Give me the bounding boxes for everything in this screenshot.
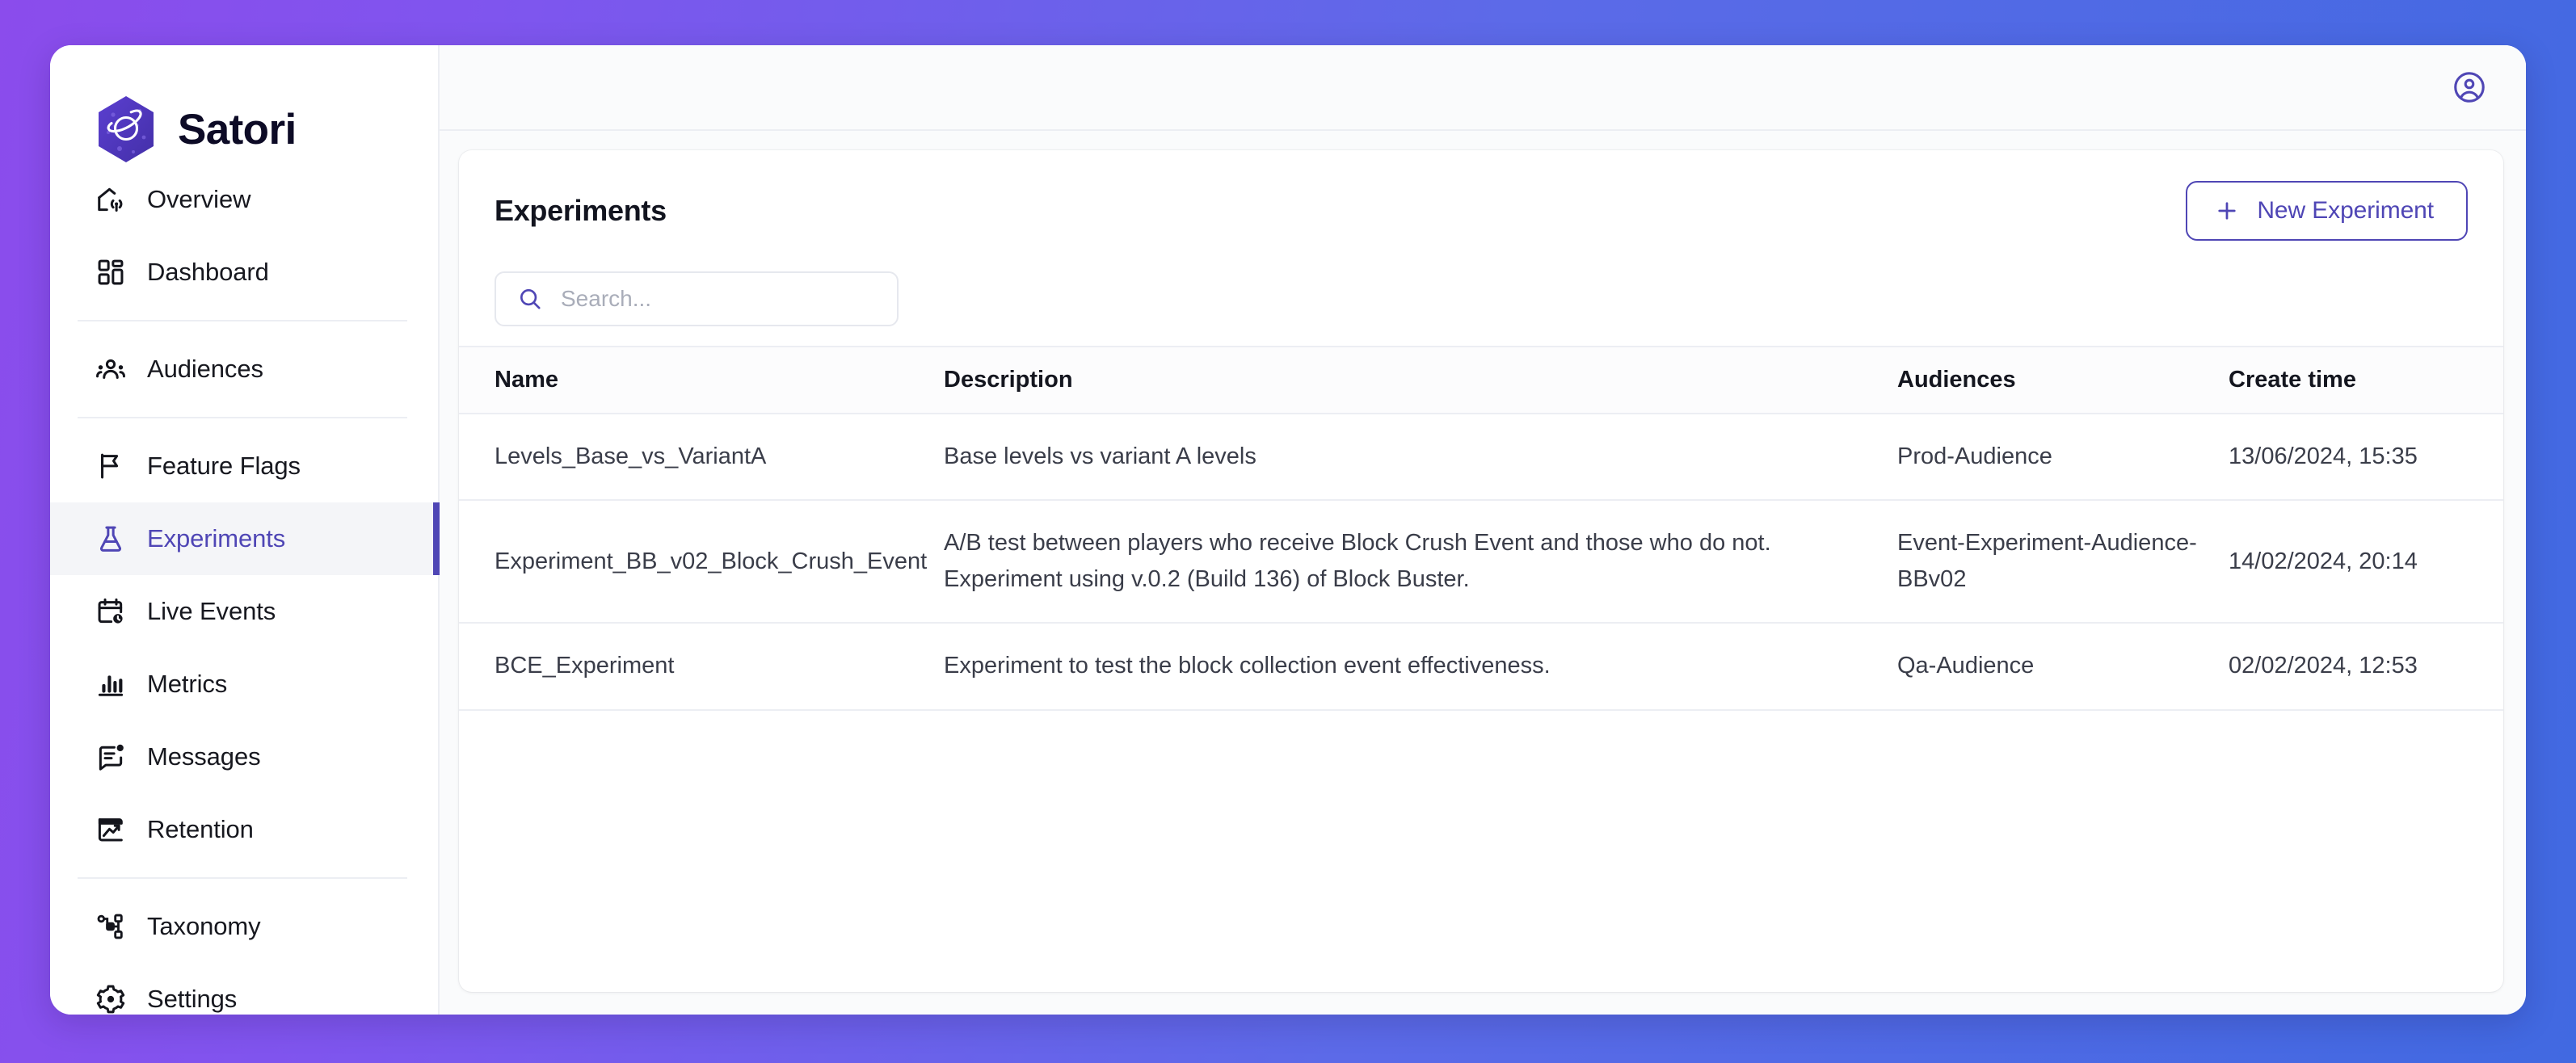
cell-description: Base levels vs variant A levels [944,414,1897,502]
sidebar-item-label: Metrics [147,670,228,698]
column-header-actions [2471,346,2503,414]
sidebar-item-label: Messages [147,742,261,771]
sidebar-item-live-events[interactable]: Live Events [50,575,438,648]
message-badge-icon [99,744,124,771]
sidebar-item-audiences[interactable]: Audiences [50,333,438,405]
sidebar-item-retention[interactable]: Retention [50,793,438,866]
bar-chart-icon [98,675,124,696]
experiments-table: Name Description Audiences Create time L… [459,346,2503,711]
sidebar-item-taxonomy[interactable]: Taxonomy [50,890,438,963]
sidebar-item-label: Retention [147,815,254,843]
users-group-icon [96,359,125,379]
sidebar-item-label: Audiences [147,355,263,383]
cell-name: BCE_Experiment [459,623,944,711]
main-area: Experiments New Experiment Search... Nam… [440,45,2526,1015]
sidebar: Satori Overview Dashboard Audiences Feat… [50,45,440,1015]
kebab-menu-icon[interactable] [2497,544,2503,580]
topbar [440,45,2526,131]
sidebar-item-label: Settings [147,985,238,1013]
sidebar-item-label: Overview [147,185,251,213]
page-title: Experiments [495,194,667,227]
cell-audiences: Prod-Audience [1897,414,2229,502]
cell-actions [2471,623,2503,711]
table-row[interactable]: Levels_Base_vs_VariantA Base levels vs v… [459,414,2503,502]
content-area: Experiments New Experiment Search... Nam… [440,131,2526,1015]
column-header-name[interactable]: Name [459,346,944,414]
sidebar-item-metrics[interactable]: Metrics [50,648,438,721]
table-body: Levels_Base_vs_VariantA Base levels vs v… [459,414,2503,711]
cell-create-time: 02/02/2024, 12:53 [2229,623,2471,711]
table-header-row: Name Description Audiences Create time [459,346,2503,414]
column-header-description[interactable]: Description [944,346,1897,414]
retention-chart-icon [98,818,123,842]
cell-audiences: Event-Experiment-Audience-BBv02 [1897,500,2229,624]
column-header-audiences[interactable]: Audiences [1897,346,2229,414]
cell-actions [2471,414,2503,502]
app-window: Satori Overview Dashboard Audiences Feat… [50,45,2526,1015]
brand-name: Satori [178,105,297,153]
cell-name: Experiment_BB_v02_Block_Crush_Event [459,500,944,624]
satori-planet-hexagon-logo-icon [99,96,154,162]
sidebar-item-feature-flags[interactable]: Feature Flags [50,430,438,502]
kebab-menu-icon[interactable] [2497,649,2503,685]
calendar-clock-icon [98,598,123,624]
panel-header: Experiments New Experiment [459,150,2503,258]
search-icon [520,289,541,309]
table-row[interactable]: BCE_Experiment Experiment to test the bl… [459,623,2503,711]
sidebar-divider [78,320,407,321]
plus-icon [2218,202,2236,220]
search-box[interactable] [495,271,899,326]
sidebar-item-messages[interactable]: Messages [50,721,438,793]
sidebar-item-experiments[interactable]: Experiments [50,502,440,575]
cell-name: Levels_Base_vs_VariantA [459,414,944,502]
flag-icon [101,453,119,479]
cell-create-time: 13/06/2024, 15:35 [2229,414,2471,502]
user-circle-icon[interactable] [2452,69,2487,105]
table-row[interactable]: Experiment_BB_v02_Block_Crush_Event A/B … [459,500,2503,624]
kebab-menu-icon[interactable] [2497,439,2503,475]
sidebar-item-dashboard[interactable]: Dashboard [50,236,438,309]
new-experiment-button[interactable]: New Experiment [2186,181,2468,241]
table-header: Name Description Audiences Create time [459,346,2503,414]
gear-icon [96,985,125,1014]
brand-logo[interactable]: Satori [50,45,438,163]
cell-description: Experiment to test the block collection … [944,623,1897,711]
sidebar-item-label: Experiments [147,524,286,553]
sidebar-item-label: Feature Flags [147,452,301,480]
cell-actions [2471,500,2503,624]
sidebar-divider [78,417,407,418]
cell-description: A/B test between players who receive Blo… [944,500,1897,624]
column-header-create-time[interactable]: Create time [2229,346,2471,414]
sidebar-item-label: Taxonomy [147,912,261,940]
sidebar-nav: Overview Dashboard Audiences Feature Fla… [50,163,440,1015]
home-signal-icon [98,187,123,212]
sidebar-divider [78,877,407,879]
grid-layout-icon [98,259,124,285]
new-experiment-label: New Experiment [2257,197,2434,224]
sidebar-item-label: Dashboard [147,258,269,286]
cell-create-time: 14/02/2024, 20:14 [2229,500,2471,624]
search-input[interactable] [561,286,876,312]
hierarchy-icon [97,914,123,939]
sidebar-item-settings[interactable]: Settings [50,963,438,1015]
sidebar-item-overview[interactable]: Overview [50,163,438,236]
search-area [459,258,2503,346]
sidebar-item-label: Live Events [147,597,276,625]
experiments-panel: Experiments New Experiment Search... Nam… [459,150,2503,992]
cell-audiences: Qa-Audience [1897,623,2229,711]
flask-icon [100,526,121,552]
